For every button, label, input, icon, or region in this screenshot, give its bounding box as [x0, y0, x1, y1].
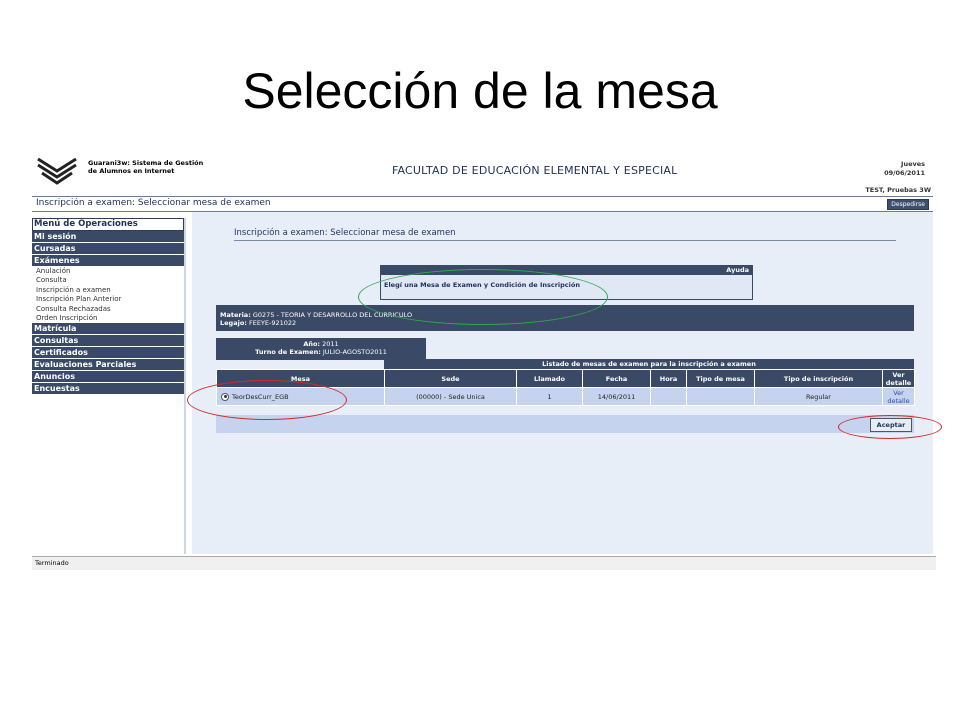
- guarani-logo-icon: [37, 157, 77, 185]
- help-box: Ayuda Elegí una Mesa de Examen y Condici…: [380, 265, 753, 300]
- help-text: Elegí una Mesa de Examen y Condición de …: [384, 281, 580, 289]
- system-name-line2: de Alumnos en Internet: [88, 167, 175, 175]
- table-row: TeorDesCurr_EGB (00000) - Sede Unica 1 1…: [216, 387, 915, 406]
- system-name-line1: Guarani3w: Sistema de Gestión: [88, 159, 204, 167]
- divider: [32, 196, 933, 197]
- subject-line: Materia: G0275 - TEORIA Y DESARROLLO DEL…: [220, 311, 412, 319]
- menu-title: Menú de Operaciones: [32, 218, 184, 231]
- ver-detalle-link[interactable]: Ver detalle: [887, 389, 909, 405]
- table-caption: Listado de mesas de examen para la inscr…: [384, 359, 914, 369]
- system-name: Guarani3w: Sistema de Gestión de Alumnos…: [88, 159, 203, 175]
- subject-value: G0275 - TEORIA Y DESARROLLO DEL CURRICUL…: [252, 311, 413, 319]
- sidebar-item-certificados[interactable]: Certificados: [32, 347, 184, 360]
- date-day: Jueves: [901, 160, 925, 168]
- tipo-inscripcion-cell: Regular: [754, 387, 883, 406]
- legajo-label: Legajo:: [220, 319, 247, 327]
- exam-period-info: Año: 2011 Turno de Examen: JULIO-AGOSTO2…: [216, 338, 426, 360]
- year-label: Año:: [303, 340, 321, 348]
- column-header: Ver detalle: [882, 369, 915, 388]
- tipo-mesa-cell: [686, 387, 755, 406]
- legajo-value: FEEYE-921022: [248, 319, 297, 327]
- year-line: Año: 2011: [216, 340, 426, 348]
- mesa-name: TeorDesCurr_EGB: [232, 392, 289, 401]
- accept-button[interactable]: Aceptar: [870, 418, 912, 432]
- legajo-line: Legajo: FEEYE-921022: [220, 319, 296, 327]
- mesa-radio[interactable]: [221, 392, 229, 401]
- page-title: Inscripción a examen: Seleccionar mesa d…: [234, 228, 456, 238]
- exam-table-container: Listado de mesas de examen para la inscr…: [216, 359, 915, 406]
- turno-label: Turno de Examen:: [255, 348, 321, 356]
- subject-info: Materia: G0275 - TEORIA Y DESARROLLO DEL…: [216, 305, 914, 331]
- sidebar-item-mi-sesion[interactable]: Mi sesión: [32, 231, 184, 243]
- submenu-item-orden-inscripcion[interactable]: Orden Inscripción: [32, 314, 184, 323]
- mesa-cell: TeorDesCurr_EGB: [216, 387, 385, 406]
- app-header: Guarani3w: Sistema de Gestión de Alumnos…: [32, 153, 933, 186]
- faculty-name: FACULTAD DE EDUCACIÓN ELEMENTAL Y ESPECI…: [392, 164, 678, 177]
- hora-cell: [650, 387, 687, 406]
- browser-screenshot: Guarani3w: Sistema de Gestión de Alumnos…: [32, 153, 936, 570]
- sidebar-item-cursadas[interactable]: Cursadas: [32, 243, 184, 255]
- sede-cell: (00000) - Sede Unica: [384, 387, 517, 406]
- year-value: 2011: [322, 340, 339, 348]
- main-content: Inscripción a examen: Seleccionar mesa d…: [192, 212, 933, 554]
- sidebar-item-consultas[interactable]: Consultas: [32, 335, 184, 348]
- subject-label: Materia:: [220, 311, 251, 319]
- sidebar-item-evaluaciones-parciales[interactable]: Evaluaciones Parciales: [32, 359, 184, 372]
- current-date: Jueves 09/06/2011: [884, 160, 925, 178]
- exam-table: Mesa Sede Llamado Fecha Hora Tipo de mes…: [216, 369, 915, 406]
- column-header: Tipo de mesa: [686, 369, 755, 388]
- column-header: Hora: [650, 369, 687, 388]
- help-header: Ayuda: [381, 266, 752, 275]
- submenu-item-inscripcion-plan-anterior[interactable]: Inscripción Plan Anterior: [32, 295, 184, 304]
- ver-detalle-cell: Ver detalle: [882, 387, 915, 406]
- slide-title: Selección de la mesa: [242, 63, 718, 119]
- divider: [234, 240, 896, 241]
- sidebar-item-anuncios[interactable]: Anuncios: [32, 371, 184, 384]
- column-header: Llamado: [516, 369, 583, 388]
- logout-button[interactable]: Despedirse: [887, 199, 929, 210]
- column-header: Sede: [384, 369, 517, 388]
- date-value: 09/06/2011: [884, 169, 925, 177]
- sidebar-item-matricula[interactable]: Matrícula: [32, 323, 184, 336]
- submenu-item-consulta[interactable]: Consulta: [32, 276, 184, 285]
- column-header: Fecha: [582, 369, 651, 388]
- turno-value: JULIO-AGOSTO2011: [322, 348, 387, 356]
- sidebar-item-examenes[interactable]: Exámenes: [32, 255, 184, 267]
- column-header: Tipo de inscripción: [754, 369, 883, 388]
- submenu-item-consulta-rechazadas[interactable]: Consulta Rechazadas: [32, 305, 184, 314]
- sidebar-menu: Menú de Operaciones Mi sesión Cursadas E…: [32, 218, 186, 554]
- column-header: Mesa: [216, 369, 385, 388]
- table-header-row: Mesa Sede Llamado Fecha Hora Tipo de mes…: [216, 369, 915, 388]
- sidebar-item-encuestas[interactable]: Encuestas: [32, 383, 184, 396]
- breadcrumb: Inscripción a examen: Seleccionar mesa d…: [36, 198, 271, 208]
- submenu-item-anulacion[interactable]: Anulación: [32, 267, 184, 276]
- turno-line: Turno de Examen: JULIO-AGOSTO2011: [216, 348, 426, 356]
- fecha-cell: 14/06/2011: [582, 387, 651, 406]
- action-bar: Aceptar: [216, 415, 914, 433]
- user-name: TEST, Pruebas 3W: [865, 186, 931, 194]
- status-bar: Terminado: [32, 556, 936, 570]
- llamado-cell: 1: [516, 387, 583, 406]
- submenu-item-inscripcion-examen[interactable]: Inscripción a examen: [32, 286, 184, 295]
